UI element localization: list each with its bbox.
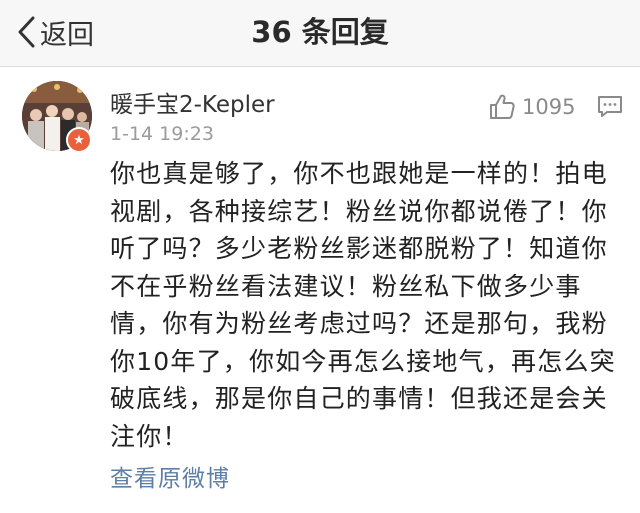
page-title: 36 条回复 — [251, 15, 389, 49]
nav-bar: 返回 36 条回复 — [0, 0, 640, 67]
view-original-link[interactable]: 查看原微博 — [110, 459, 230, 493]
timestamp: 1-14 19:23 — [110, 123, 214, 145]
like-count: 1095 — [522, 95, 576, 119]
username[interactable]: 暖手宝2-Kepler — [110, 85, 275, 119]
like-button[interactable]: 1095 — [488, 89, 575, 125]
comment-text: 你也真是够了，你不也跟她是一样的！拍电视剧，各种接综艺！粉丝说你都说倦了！你听了… — [110, 159, 616, 451]
reply-button[interactable] — [597, 95, 623, 123]
star-badge-icon: ★ — [66, 127, 92, 153]
comment-icon — [598, 96, 622, 117]
thumbs-up-icon — [490, 94, 515, 119]
comment-item: ★ 暖手宝2-Kepler 1-14 19:23 1095 你也真是够了，你不也… — [0, 67, 640, 513]
